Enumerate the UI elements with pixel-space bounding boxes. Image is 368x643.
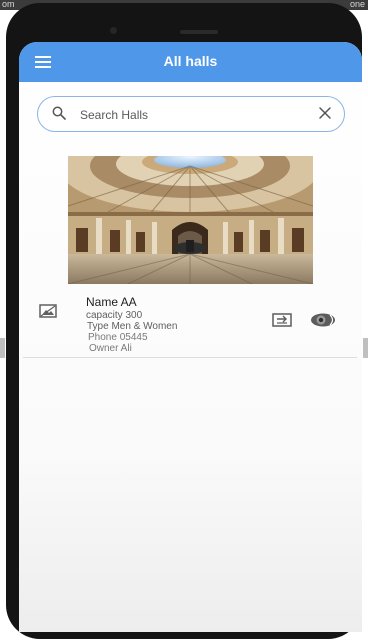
hall-type: Type Men & Women	[87, 321, 178, 332]
hall-capacity: capacity 300	[86, 310, 143, 321]
hall-photo[interactable]	[68, 156, 313, 284]
image-icon	[39, 304, 57, 318]
screen-share-icon[interactable]	[272, 312, 292, 328]
hall-name: Name AA	[86, 295, 137, 309]
visibility-icon[interactable]	[310, 312, 336, 328]
domed-hall-illustration	[68, 156, 313, 284]
earpiece-speaker	[180, 30, 218, 34]
hall-owner: Owner Ali	[89, 343, 132, 354]
app-bar: All halls	[19, 42, 362, 82]
page-title: All halls	[163, 53, 218, 69]
card-divider	[23, 357, 357, 358]
screenshot: om one All halls Search Halls Name AA ca…	[0, 0, 368, 643]
background-text-right: one	[350, 0, 366, 9]
background-text-left: om	[2, 0, 15, 9]
search-icon	[52, 106, 66, 120]
search-input[interactable]	[78, 104, 302, 126]
hall-phone: Phone 05445	[88, 332, 148, 343]
side-mark-right	[363, 338, 368, 358]
close-icon[interactable]	[318, 106, 332, 120]
search-bar[interactable]	[37, 96, 345, 132]
side-mark-left	[0, 338, 5, 358]
front-camera	[110, 27, 117, 34]
app-screen: All halls Search Halls Name AA capacity …	[19, 42, 362, 632]
hall-details[interactable]: Name AA capacity 300 Type Men & Women Ph…	[86, 295, 266, 354]
